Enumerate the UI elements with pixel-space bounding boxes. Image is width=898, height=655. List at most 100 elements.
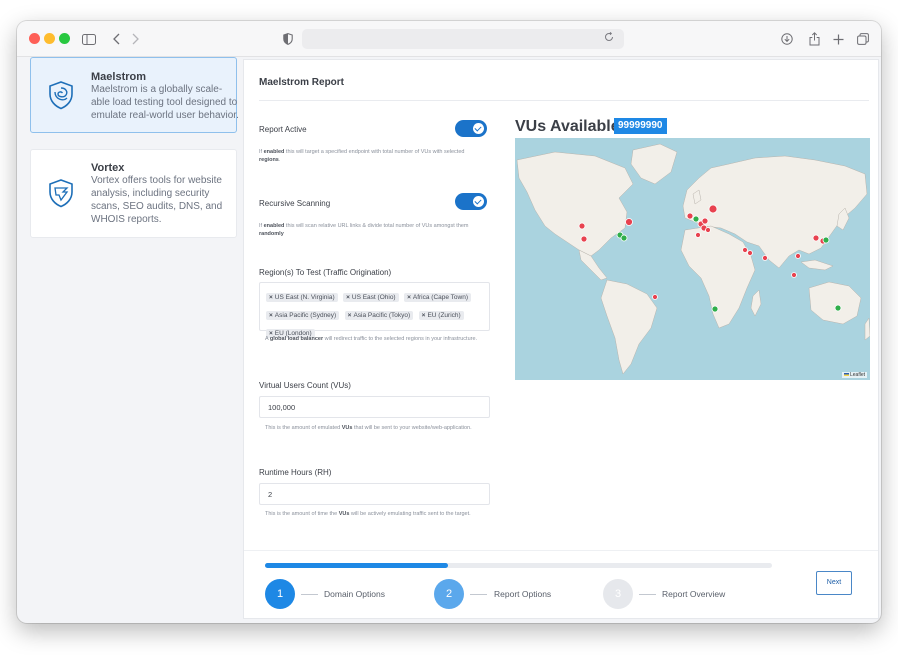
sidebar-item-description: Vortex offers tools for website analysis… <box>91 175 223 225</box>
step-3-connector <box>639 594 656 595</box>
recursive-scanning-toggle[interactable] <box>455 193 487 210</box>
vortex-logo-icon <box>46 178 76 208</box>
marker-montreal <box>625 218 633 226</box>
step-3-label[interactable]: Report Overview <box>662 589 725 599</box>
vus-input[interactable]: 100,000 <box>259 396 490 418</box>
north-america-shape <box>516 151 634 257</box>
step-2-circle[interactable]: 2 <box>434 579 464 609</box>
back-icon[interactable] <box>107 29 127 49</box>
madagascar-shape <box>750 289 762 317</box>
tab-overview-icon[interactable] <box>853 29 873 49</box>
marker-seoul <box>812 234 820 242</box>
marker-stockholm <box>708 204 718 214</box>
marker-hong-kong <box>795 253 801 259</box>
australia-shape <box>808 281 862 325</box>
marker-asia-pacific-sydney <box>834 304 842 312</box>
vus-available-heading: VUs Available: <box>515 118 625 135</box>
flag-icon <box>843 373 849 377</box>
africa-shape <box>680 225 756 329</box>
sidebar-item-title: Maelstrom <box>91 71 147 83</box>
marker-california <box>580 235 588 243</box>
remove-tag-icon[interactable]: × <box>269 294 273 301</box>
forward-icon[interactable] <box>125 29 145 49</box>
step-1-connector <box>301 594 318 595</box>
wizard-footer: 1 Domain Options 2 Report Options 3 Repo… <box>244 550 878 618</box>
remove-tag-icon[interactable]: × <box>269 312 273 319</box>
close-window-button[interactable] <box>29 33 40 44</box>
remove-tag-icon[interactable]: × <box>407 294 411 301</box>
marker-uae <box>747 250 753 256</box>
regions-help: A global load balancer will redirect tra… <box>265 336 478 342</box>
remove-tag-icon[interactable]: × <box>348 312 352 319</box>
map-attribution-link[interactable]: Leaflet <box>841 372 867 378</box>
indonesia-shape <box>800 259 834 271</box>
vus-help: This is the amount of emulated VUs that … <box>265 425 472 431</box>
next-button[interactable]: Next <box>816 571 852 595</box>
recursive-scanning-label: Recursive Scanning <box>259 199 331 208</box>
region-tag[interactable]: × US East (N. Virginia) <box>266 293 338 302</box>
marker-mumbai <box>762 255 768 261</box>
wizard-progress-fill <box>265 563 448 568</box>
region-map[interactable]: Leaflet <box>515 138 870 380</box>
marker-sao-paulo <box>652 294 658 300</box>
new-tab-icon[interactable] <box>828 29 848 49</box>
reload-icon[interactable] <box>602 31 616 46</box>
marker-eu-london <box>692 215 700 223</box>
sidebar-item-maelstrom[interactable]: Maelstrom Maelstrom is a globally scale-… <box>30 57 239 133</box>
vus-label: Virtual Users Count (VUs) <box>259 381 351 390</box>
runtime-help: This is the amount of time the VUs will … <box>265 511 471 517</box>
marker-us-east-virginia <box>620 234 628 242</box>
marker-frankfurt <box>701 217 709 225</box>
step-3-circle[interactable]: 3 <box>603 579 633 609</box>
runtime-label: Runtime Hours (RH) <box>259 468 332 477</box>
region-tag[interactable]: × US East (Ohio) <box>343 293 399 302</box>
marker-spain <box>695 232 701 238</box>
runtime-input[interactable]: 2 <box>259 483 490 505</box>
sidebar-item-vortex[interactable]: Vortex Vortex offers tools for website a… <box>30 149 237 238</box>
world-map <box>516 143 870 375</box>
zoom-window-button[interactable] <box>59 33 70 44</box>
new-zealand-shape <box>864 317 870 341</box>
wizard-progress-bar <box>265 563 772 568</box>
step-2-label[interactable]: Report Options <box>494 589 551 599</box>
report-active-label: Report Active <box>259 125 307 134</box>
marker-ireland <box>686 212 694 220</box>
sidebar-item-title: Vortex <box>91 162 125 174</box>
marker-asia-pacific-tokyo <box>822 236 830 244</box>
step-2-connector <box>470 594 487 595</box>
vus-available-badge: 99999990 <box>614 118 667 134</box>
marker-bahrain <box>742 247 748 253</box>
marker-africa-cape-town <box>711 305 719 313</box>
remove-tag-icon[interactable]: × <box>422 312 426 319</box>
marker-singapore <box>791 272 797 278</box>
region-tag[interactable]: × Asia Pacific (Tokyo) <box>344 311 414 320</box>
browser-toolbar <box>17 21 881 57</box>
region-tag[interactable]: × EU (Zurich) <box>418 311 464 320</box>
minimize-window-button[interactable] <box>44 33 55 44</box>
remove-tag-icon[interactable]: × <box>346 294 350 301</box>
marker-oregon <box>578 222 586 230</box>
address-bar[interactable] <box>302 29 624 49</box>
download-icon[interactable] <box>777 29 797 49</box>
recursive-scanning-help: If enabled this will scan relative URL l… <box>259 223 469 237</box>
regions-label: Region(s) To Test (Traffic Origination) <box>259 268 392 277</box>
step-1-label[interactable]: Domain Options <box>324 589 385 599</box>
report-panel: Maelstrom Report Report Active If enable… <box>243 59 879 619</box>
page-title: Maelstrom Report <box>259 77 345 88</box>
greenland-shape <box>630 143 678 185</box>
marker-milan <box>705 227 711 233</box>
sidebar-toggle-icon[interactable] <box>79 29 99 49</box>
regions-multiselect[interactable]: × US East (N. Virginia) × US East (Ohio) ×… <box>259 282 490 338</box>
region-tag[interactable]: × Asia Pacific (Sydney) <box>266 311 340 320</box>
privacy-shield-icon[interactable] <box>278 29 298 49</box>
south-america-shape <box>600 279 658 375</box>
step-1-circle[interactable]: 1 <box>265 579 295 609</box>
region-tag[interactable]: × Africa (Cape Town) <box>404 293 472 302</box>
share-icon[interactable] <box>804 29 824 49</box>
report-active-help: If enabled this will target a specified … <box>259 149 465 163</box>
report-active-toggle[interactable] <box>455 120 487 137</box>
browser-window: Maelstrom Maelstrom is a globally scale-… <box>17 21 881 623</box>
title-divider <box>259 100 869 101</box>
sidebar-item-description: Maelstrom is a globally scale-able load … <box>91 84 239 121</box>
maelstrom-logo-icon <box>46 80 76 110</box>
